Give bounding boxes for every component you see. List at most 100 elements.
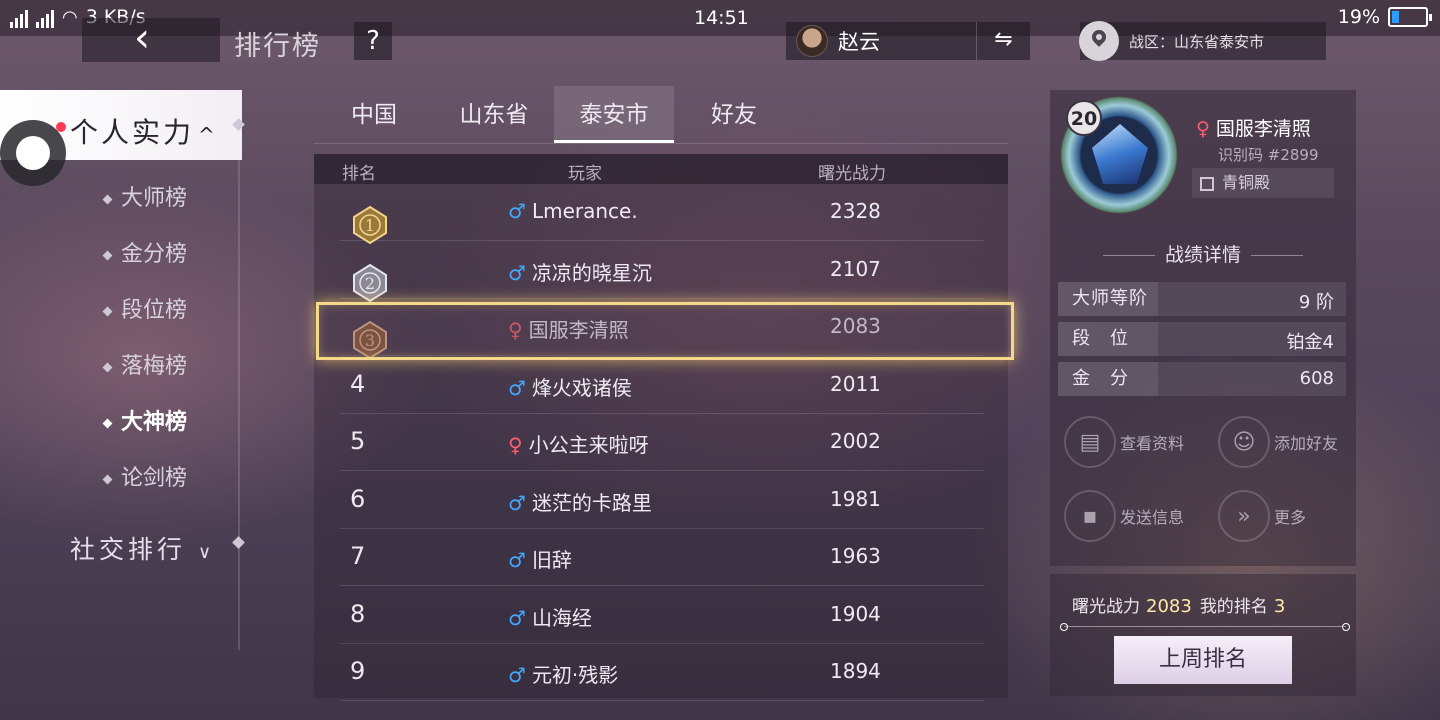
nav-group-social-label: 社交排行 <box>70 535 187 564</box>
stat-label: 大师等阶 <box>1058 282 1158 316</box>
tab-friends[interactable]: 好友 <box>674 86 794 143</box>
table-row[interactable]: 9 ♂ 元初·残影 1894 <box>340 644 984 701</box>
player-name: 山海经 <box>531 605 592 630</box>
power-value: 2011 <box>830 371 881 396</box>
table-row[interactable]: 4 ♂ 烽火戏诸侯 2011 <box>340 357 984 414</box>
level-badge: 20 <box>1066 100 1102 136</box>
my-power-value: 2083 <box>1146 596 1192 617</box>
floating-assist-ball[interactable] <box>0 120 66 186</box>
sidebar-item-master[interactable]: 大师榜 <box>102 180 188 212</box>
table-row[interactable]: 6 ♂ 迷茫的卡路里 1981 <box>340 472 984 529</box>
header-rank: 排名 <box>342 164 376 184</box>
section-title-text: 战绩详情 <box>1164 244 1241 266</box>
player-name: 小公主来啦呀 <box>528 433 649 457</box>
message-icon: ▪ <box>1064 490 1116 542</box>
section-title: 战绩详情 <box>1050 240 1356 267</box>
sidebar-item-label: 金分榜 <box>121 242 188 267</box>
power-value: 1894 <box>830 659 881 683</box>
table-row[interactable]: 5 ♀ 小公主来啦呀 2002 <box>340 414 984 471</box>
table-header: 排名 玩家 曙光战力 <box>314 154 1008 184</box>
more-chevrons-icon: » <box>1218 490 1270 542</box>
sidebar-item-lunjian[interactable]: 论剑榜 <box>102 460 188 492</box>
chevron-up-icon: ^ <box>198 123 218 147</box>
tab-shandong[interactable]: 山东省 <box>434 86 554 143</box>
page-title: 排行榜 <box>234 31 321 62</box>
sidebar-item-label: 大师榜 <box>121 186 188 211</box>
header-player: 玩家 <box>568 164 602 184</box>
back-button[interactable]: ‹ <box>82 18 220 62</box>
my-rank-value: 3 <box>1273 596 1286 617</box>
last-week-rank-button[interactable]: 上周排名 <box>1114 636 1292 684</box>
tab-taian[interactable]: 泰安市 <box>554 86 674 143</box>
male-icon: ♂ <box>508 548 526 572</box>
my-row-highlight <box>316 302 1014 360</box>
sidebar-item-luomei[interactable]: 落梅榜 <box>102 348 187 380</box>
title-line-left <box>1102 255 1155 256</box>
female-icon: ♀ <box>508 433 523 457</box>
profile-name: ♀ 国服李清照 <box>1196 114 1311 141</box>
battery-fill <box>1392 11 1399 23</box>
sidebar-item-rank[interactable]: 段位榜 <box>102 292 187 324</box>
title-line-right <box>1251 255 1303 256</box>
status-right: 19% <box>1337 6 1432 28</box>
power-value: 1904 <box>830 601 881 626</box>
header-power: 曙光战力 <box>818 164 886 184</box>
bullet-icon <box>102 194 113 204</box>
sidebar-item-label: 论剑榜 <box>121 466 188 491</box>
profile-panel: 20 ♀ 国服李清照 识别码 #2899 青铜殿 战绩详情 大师等阶 9 阶 段 位… <box>1050 90 1356 566</box>
svg-text:2: 2 <box>365 274 375 293</box>
battery-percent: 19% <box>1337 6 1380 28</box>
table-row[interactable]: 1 ♂ Lmerance. 2328 <box>340 184 984 245</box>
table-row[interactable]: 7 ♂ 旧辞 1963 <box>340 529 984 586</box>
player-name: Lmerance. <box>531 199 638 223</box>
table-row[interactable]: 2 ♂ 凉凉的晓星沉 2107 <box>340 242 984 302</box>
scope-tabs: 中国 山东省 泰安市 好友 <box>314 86 1008 144</box>
add-friend-button[interactable]: ☺ 添加好友 <box>1218 416 1338 468</box>
player-cell: ♂ 山海经 <box>508 602 592 631</box>
nav-group-social[interactable]: 社交排行 ∨ <box>70 530 215 566</box>
power-value: 1981 <box>830 486 881 511</box>
male-icon: ♂ <box>508 663 526 687</box>
male-icon: ♂ <box>508 375 526 400</box>
stat-label: 金 分 <box>1058 362 1158 396</box>
battery-icon <box>1388 7 1432 27</box>
sidebar-item-god[interactable]: 大神榜 <box>102 404 187 436</box>
wifi-icon: ◠ <box>62 6 78 28</box>
send-message-button[interactable]: ▪ 发送信息 <box>1064 490 1184 542</box>
hero-avatar <box>796 25 828 57</box>
more-button[interactable]: » 更多 <box>1218 490 1306 542</box>
tier-label: 青铜殿 <box>1222 173 1271 192</box>
rank-number: 9 <box>350 657 366 685</box>
sidebar-item-gold[interactable]: 金分榜 <box>102 236 188 268</box>
region-label: 战区：山东省泰安市 <box>1129 32 1265 51</box>
action-label: 查看资料 <box>1120 434 1185 453</box>
player-name: 元初·残影 <box>531 663 619 687</box>
bullet-icon <box>102 306 113 316</box>
gold-medal-icon: 1 <box>353 205 387 245</box>
player-cell: ♂ 元初·残影 <box>508 659 618 688</box>
add-friend-icon: ☺ <box>1218 416 1270 468</box>
player-name: 凉凉的晓星沉 <box>531 260 652 285</box>
back-arrow-icon: ‹ <box>134 15 150 61</box>
hero-selector[interactable]: 赵云 ⇋ <box>786 22 1030 60</box>
signal-icon-2 <box>36 6 54 28</box>
chevron-down-icon: ∨ <box>197 542 216 563</box>
stat-master-level: 大师等阶 9 阶 <box>1058 282 1346 316</box>
rank-number: 4 <box>350 369 366 398</box>
stat-gold-score: 金 分 608 <box>1058 362 1346 396</box>
rank-number: 8 <box>350 599 366 628</box>
female-icon: ♀ <box>1196 118 1210 140</box>
power-value: 2107 <box>830 256 881 281</box>
swap-icon[interactable]: ⇋ <box>976 22 1030 60</box>
stat-value: 铂金4 <box>1286 332 1334 353</box>
table-row[interactable]: 8 ♂ 山海经 1904 <box>340 587 984 644</box>
nav-group-personal[interactable]: 个人实力 ^ <box>70 111 218 151</box>
region-selector[interactable]: 战区：山东省泰安市 <box>1079 21 1326 61</box>
tab-china[interactable]: 中国 <box>314 86 434 143</box>
help-button[interactable]: ? <box>354 22 392 60</box>
bullet-icon <box>102 362 113 372</box>
location-pin-icon <box>1079 21 1119 61</box>
my-rank-panel: 曙光战力 2083 我的排名 3 上周排名 <box>1050 574 1356 696</box>
avatar-portrait <box>1092 124 1148 184</box>
view-profile-button[interactable]: ▤ 查看资料 <box>1064 416 1184 468</box>
